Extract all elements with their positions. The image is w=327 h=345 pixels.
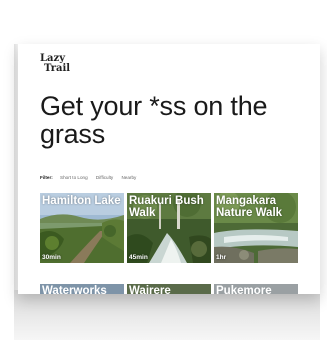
trail-card-title: Wairere <box>129 285 171 294</box>
filter-difficulty[interactable]: Difficulty <box>96 175 113 180</box>
trail-card-ruakuri-bush-walk[interactable]: Ruakuri Bush Walk 45min <box>127 193 211 263</box>
app-page: Lazy Trail Get your *ss on the grass Fil… <box>18 44 320 294</box>
trail-card-waterworks[interactable]: Waterworks <box>40 284 124 294</box>
trail-card-hamilton-lake[interactable]: Hamilton Lake 30min <box>40 193 124 263</box>
page-headline: Get your *ss on the grass <box>40 91 268 149</box>
panel-bottom-shadow <box>14 290 320 340</box>
trail-card-title: Mangakara Nature Walk <box>216 195 283 219</box>
trail-card-grid-row-2: Waterworks Wairere Pukemore <box>40 284 298 294</box>
trail-card-wairere[interactable]: Wairere <box>127 284 211 294</box>
trail-card-duration: 1hr <box>216 254 227 261</box>
trail-card-pukemore[interactable]: Pukemore <box>214 284 298 294</box>
trail-card-duration: 30min <box>42 254 61 261</box>
lazy-trail-logo[interactable]: Lazy Trail <box>40 54 70 74</box>
filter-short-to-long[interactable]: Short to Long <box>60 175 88 180</box>
trail-card-title: Ruakuri Bush Walk <box>129 195 204 219</box>
filter-nearby[interactable]: Nearby <box>121 175 136 180</box>
filter-bar: Filter: Short to Long Difficulty Nearby <box>40 175 143 180</box>
trail-card-title: Waterworks <box>42 285 107 294</box>
trail-card-mangakara-nature-walk[interactable]: Mangakara Nature Walk 1hr <box>214 193 298 263</box>
screenshot-stage: Lazy Trail Get your *ss on the grass Fil… <box>0 0 327 345</box>
trail-card-title: Hamilton Lake <box>42 195 121 207</box>
trail-card-title: Pukemore <box>216 285 272 294</box>
logo-line-2: Trail <box>44 63 71 74</box>
filter-label: Filter: <box>40 175 53 180</box>
trail-card-duration: 45min <box>129 254 148 261</box>
